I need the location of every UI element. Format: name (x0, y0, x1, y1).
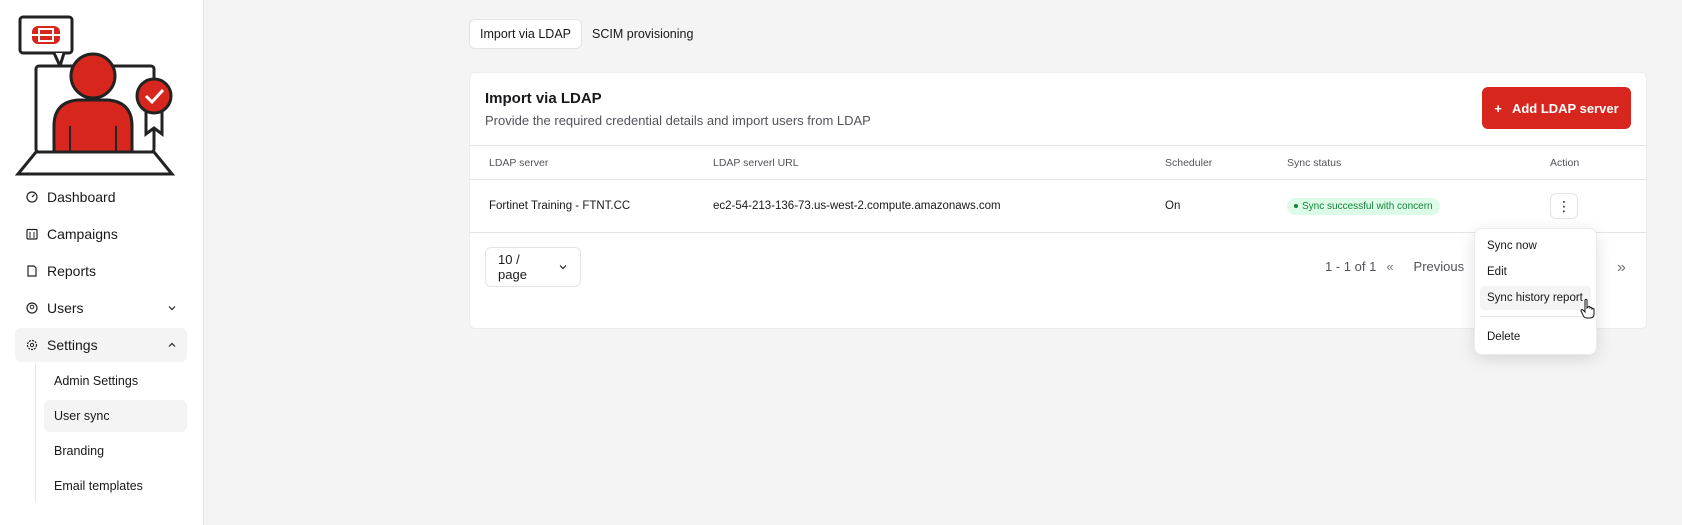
chevron-down-icon (167, 300, 177, 316)
chevron-down-icon (558, 260, 568, 275)
col-ldap-server: LDAP server (470, 145, 713, 180)
add-ldap-server-button[interactable]: + Add LDAP server (1482, 87, 1631, 129)
sidebar-nav: Dashboard Campaigns Reports Users Settin… (15, 180, 187, 505)
settings-subnav: Admin Settings User sync Branding Email … (35, 365, 187, 502)
menu-divider (1480, 316, 1591, 317)
sidebar-item-campaigns[interactable]: Campaigns (15, 217, 187, 251)
menu-item-sync-now[interactable]: Sync now (1480, 234, 1591, 258)
table-row: Fortinet Training - FTNT.CC ec2-54-213-1… (470, 179, 1647, 233)
col-action: Action (1550, 145, 1647, 180)
add-ldap-server-label: Add LDAP server (1511, 100, 1619, 116)
cell-action: ⋮ (1550, 179, 1647, 233)
tab-bar: Import via LDAP SCIM provisioning (469, 19, 703, 49)
sidebar-item-branding[interactable]: Branding (44, 435, 187, 467)
col-sync-status: Sync status (1287, 145, 1550, 180)
menu-item-delete[interactable]: Delete (1480, 325, 1591, 349)
hand-pointer-icon (1580, 299, 1595, 319)
document-icon (25, 264, 39, 278)
first-page-icon[interactable]: « (1386, 259, 1393, 274)
sidebar-item-email-templates[interactable]: Email templates (44, 470, 187, 502)
tab-scim-provisioning[interactable]: SCIM provisioning (582, 19, 703, 49)
ldap-card: Import via LDAP Provide the required cre… (469, 72, 1647, 329)
card-subtitle: Provide the required credential details … (485, 113, 871, 128)
sidebar: Dashboard Campaigns Reports Users Settin… (0, 0, 204, 525)
gauge-icon (25, 190, 39, 204)
cell-scheduler: On (1165, 179, 1287, 233)
menu-item-edit[interactable]: Edit (1480, 260, 1591, 284)
row-action-menu: Sync now Edit Sync history report Delete (1474, 228, 1597, 355)
brand-logo (14, 15, 176, 176)
calendar-icon (25, 227, 39, 241)
gear-icon (25, 338, 39, 352)
sidebar-item-dashboard[interactable]: Dashboard (15, 180, 187, 214)
cell-url: ec2-54-213-136-73.us-west-2.compute.amaz… (713, 179, 1165, 233)
last-page-icon[interactable]: » (1617, 259, 1626, 277)
cell-server: Fortinet Training - FTNT.CC (470, 179, 713, 233)
ldap-table: LDAP server LDAP serverl URL Scheduler S… (470, 145, 1647, 233)
page-size-value: 10 / page (498, 252, 527, 282)
sidebar-item-admin-settings[interactable]: Admin Settings (44, 365, 187, 397)
card-title: Import via LDAP (485, 90, 602, 107)
page-size-select[interactable]: 10 / page (485, 247, 581, 287)
sidebar-item-reports[interactable]: Reports (15, 254, 187, 288)
status-badge: Sync successful with concern (1287, 197, 1440, 215)
sidebar-item-label: Users (47, 300, 84, 316)
sidebar-item-label: Settings (47, 337, 98, 353)
pagination-range: 1 - 1 of 1 (1325, 259, 1377, 274)
status-dot-icon (1294, 204, 1298, 208)
previous-page-button[interactable]: Previous (1414, 259, 1465, 274)
status-badge-label: Sync successful with concern (1302, 200, 1433, 212)
sidebar-item-user-sync[interactable]: User sync (44, 400, 187, 432)
user-icon (25, 301, 39, 315)
plus-icon: + (1494, 100, 1502, 116)
tab-import-ldap[interactable]: Import via LDAP (469, 19, 583, 49)
col-scheduler: Scheduler (1165, 145, 1287, 180)
col-ldap-url: LDAP serverl URL (713, 145, 1165, 180)
sidebar-item-label: Campaigns (47, 226, 118, 242)
kebab-menu-icon[interactable]: ⋮ (1550, 193, 1578, 219)
sidebar-item-label: Reports (47, 263, 97, 279)
chevron-up-icon (167, 337, 177, 353)
cell-status: Sync successful with concern (1287, 179, 1550, 233)
sidebar-item-label: Dashboard (47, 189, 116, 205)
menu-item-sync-history-report[interactable]: Sync history report (1480, 286, 1591, 310)
table-header-row: LDAP server LDAP serverl URL Scheduler S… (470, 145, 1647, 180)
sidebar-item-settings[interactable]: Settings (15, 328, 187, 362)
pagination: 1 - 1 of 1 « Previous (1325, 259, 1464, 274)
sidebar-item-users[interactable]: Users (15, 291, 187, 325)
